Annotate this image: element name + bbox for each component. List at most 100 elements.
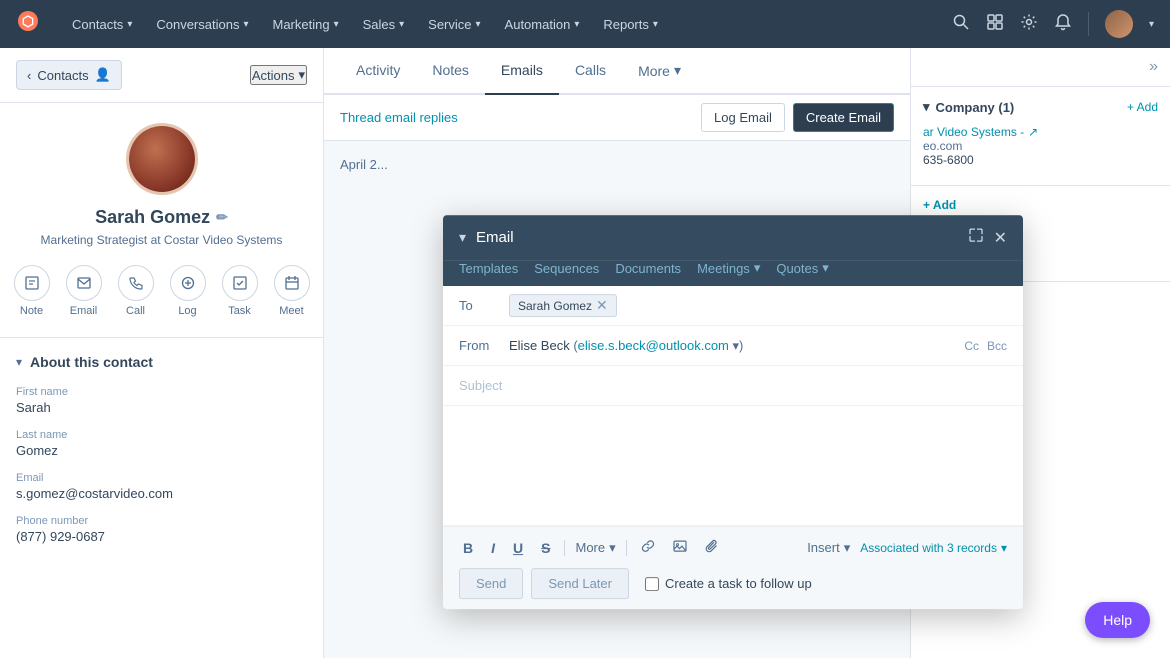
modal-collapse-icon[interactable]: ▾ — [459, 229, 466, 246]
edit-icon[interactable]: ✏ — [216, 209, 228, 226]
notifications-icon[interactable] — [1054, 13, 1072, 36]
tab-activity[interactable]: Activity — [340, 48, 416, 95]
nav-reports[interactable]: Reports ▾ — [603, 17, 658, 32]
bcc-button[interactable]: Bcc — [987, 339, 1007, 353]
sequences-button[interactable]: Sequences — [534, 260, 599, 276]
italic-button[interactable]: I — [487, 538, 499, 558]
search-icon[interactable] — [952, 13, 970, 36]
follow-up-checkbox[interactable] — [645, 577, 659, 591]
modal-header: ▾ Email ✕ — [443, 215, 1023, 260]
link-button[interactable] — [637, 537, 659, 558]
send-button[interactable]: Send — [459, 568, 523, 599]
marketplace-icon[interactable] — [986, 13, 1004, 36]
log-label: Log — [178, 305, 196, 317]
more-format-button[interactable]: More ▾ — [575, 540, 615, 556]
hubspot-logo[interactable]: ⬡ — [16, 9, 40, 39]
add-company-button[interactable]: + Add — [1127, 100, 1158, 114]
about-title: About this contact — [30, 354, 153, 370]
from-email-link[interactable]: elise.s.beck@outlook.com — [578, 338, 729, 353]
nav-conversations[interactable]: Conversations ▾ — [156, 17, 248, 32]
back-to-contacts-button[interactable]: ‹ Contacts 👤 — [16, 60, 122, 90]
call-action[interactable]: Call — [118, 265, 154, 317]
subject-input[interactable] — [459, 378, 1007, 393]
help-button[interactable]: Help — [1085, 602, 1150, 638]
documents-button[interactable]: Documents — [615, 260, 681, 276]
nav-sales[interactable]: Sales ▾ — [363, 17, 405, 32]
collapse-sidebar-button[interactable]: » — [1149, 58, 1158, 76]
thread-email-replies-link[interactable]: Thread email replies — [340, 110, 458, 125]
tab-notes[interactable]: Notes — [416, 48, 485, 95]
subject-field — [443, 366, 1023, 406]
center-content: Activity Notes Emails Calls More ▾ Threa… — [324, 48, 910, 658]
tab-emails[interactable]: Emails — [485, 48, 559, 95]
chevron-down-icon: ▾ — [754, 260, 761, 276]
meet-icon — [274, 265, 310, 301]
meetings-button[interactable]: Meetings ▾ — [697, 260, 760, 276]
tab-calls[interactable]: Calls — [559, 48, 622, 95]
nav-service[interactable]: Service ▾ — [428, 17, 480, 32]
nav-divider — [1088, 12, 1089, 36]
cc-bcc-buttons: Cc Bcc — [964, 339, 1007, 353]
cc-button[interactable]: Cc — [964, 339, 979, 353]
nav-marketing[interactable]: Marketing ▾ — [272, 17, 338, 32]
call-label: Call — [126, 305, 145, 317]
email-action[interactable]: Email — [66, 265, 102, 317]
strikethrough-button[interactable]: S — [537, 538, 554, 558]
task-label: Task — [228, 305, 251, 317]
contact-info: Sarah Gomez ✏ Marketing Strategist at Co… — [0, 103, 323, 338]
bold-button[interactable]: B — [459, 538, 477, 558]
log-icon — [170, 265, 206, 301]
note-action[interactable]: Note — [14, 265, 50, 317]
company-section-header: ▾ Company (1) + Add — [923, 99, 1158, 115]
about-section: ▾ About this contact First name Sarah La… — [0, 338, 323, 574]
sub-tabs-bar: Thread email replies Log Email Create Em… — [324, 95, 910, 141]
tab-more[interactable]: More ▾ — [622, 48, 697, 95]
company-section-title[interactable]: ▾ Company (1) — [923, 99, 1014, 115]
log-email-button[interactable]: Log Email — [701, 103, 785, 132]
modal-expand-icon[interactable] — [968, 227, 984, 248]
remove-recipient-button[interactable]: ✕ — [596, 297, 608, 314]
image-button[interactable] — [669, 537, 691, 558]
company-link[interactable]: ar Video Systems - ↗ — [923, 125, 1158, 139]
nav-icons: ▾ — [952, 10, 1154, 38]
quotes-button[interactable]: Quotes ▾ — [776, 260, 828, 276]
modal-close-icon[interactable]: ✕ — [994, 228, 1007, 248]
user-menu-chevron[interactable]: ▾ — [1149, 19, 1154, 30]
follow-up-container: Create a task to follow up — [645, 576, 812, 591]
chevron-down-icon: ▾ — [127, 19, 132, 30]
firstname-field: First name Sarah — [16, 386, 307, 415]
settings-icon[interactable] — [1020, 13, 1038, 36]
chevron-down-icon: ▾ — [822, 260, 829, 276]
nav-automation[interactable]: Automation ▾ — [505, 17, 580, 32]
note-label: Note — [20, 305, 43, 317]
note-icon — [14, 265, 50, 301]
external-link-icon: ↗ — [1028, 125, 1038, 139]
task-action[interactable]: Task — [222, 265, 258, 317]
nav-contacts[interactable]: Contacts ▾ — [72, 17, 132, 32]
compose-area[interactable] — [443, 406, 1023, 526]
about-header[interactable]: ▾ About this contact — [16, 354, 307, 370]
user-avatar[interactable] — [1105, 10, 1133, 38]
chevron-down-icon: ▾ — [16, 355, 22, 369]
contact-icon: 👤 — [95, 67, 111, 83]
company-section: ▾ Company (1) + Add ar Video Systems - ↗… — [911, 87, 1170, 186]
chevron-down-icon: ▾ — [334, 19, 339, 30]
insert-button[interactable]: Insert ▾ — [807, 540, 850, 556]
create-email-button[interactable]: Create Email — [793, 103, 894, 132]
actions-button[interactable]: Actions ▾ — [250, 65, 307, 85]
email-compose-modal: ▾ Email ✕ Templates Sequences Documents — [443, 215, 1023, 609]
log-action[interactable]: Log — [170, 265, 206, 317]
contact-name: Sarah Gomez ✏ — [95, 207, 228, 228]
deals-add-button[interactable]: + Add — [923, 198, 956, 212]
send-later-button[interactable]: Send Later — [531, 568, 629, 599]
attachment-button[interactable] — [701, 537, 723, 558]
underline-button[interactable]: U — [509, 538, 527, 558]
chevron-down-icon: ▾ — [674, 62, 681, 79]
chevron-down-icon: ▾ — [653, 19, 658, 30]
modal-body: To Sarah Gomez ✕ From — [443, 286, 1023, 406]
email-field: Email s.gomez@costarvideo.com — [16, 472, 307, 501]
modal-bottom: B I U S More ▾ — [443, 526, 1023, 609]
associated-records-button[interactable]: Associated with 3 records ▾ — [860, 541, 1007, 555]
templates-button[interactable]: Templates — [459, 260, 518, 276]
meet-action[interactable]: Meet — [274, 265, 310, 317]
